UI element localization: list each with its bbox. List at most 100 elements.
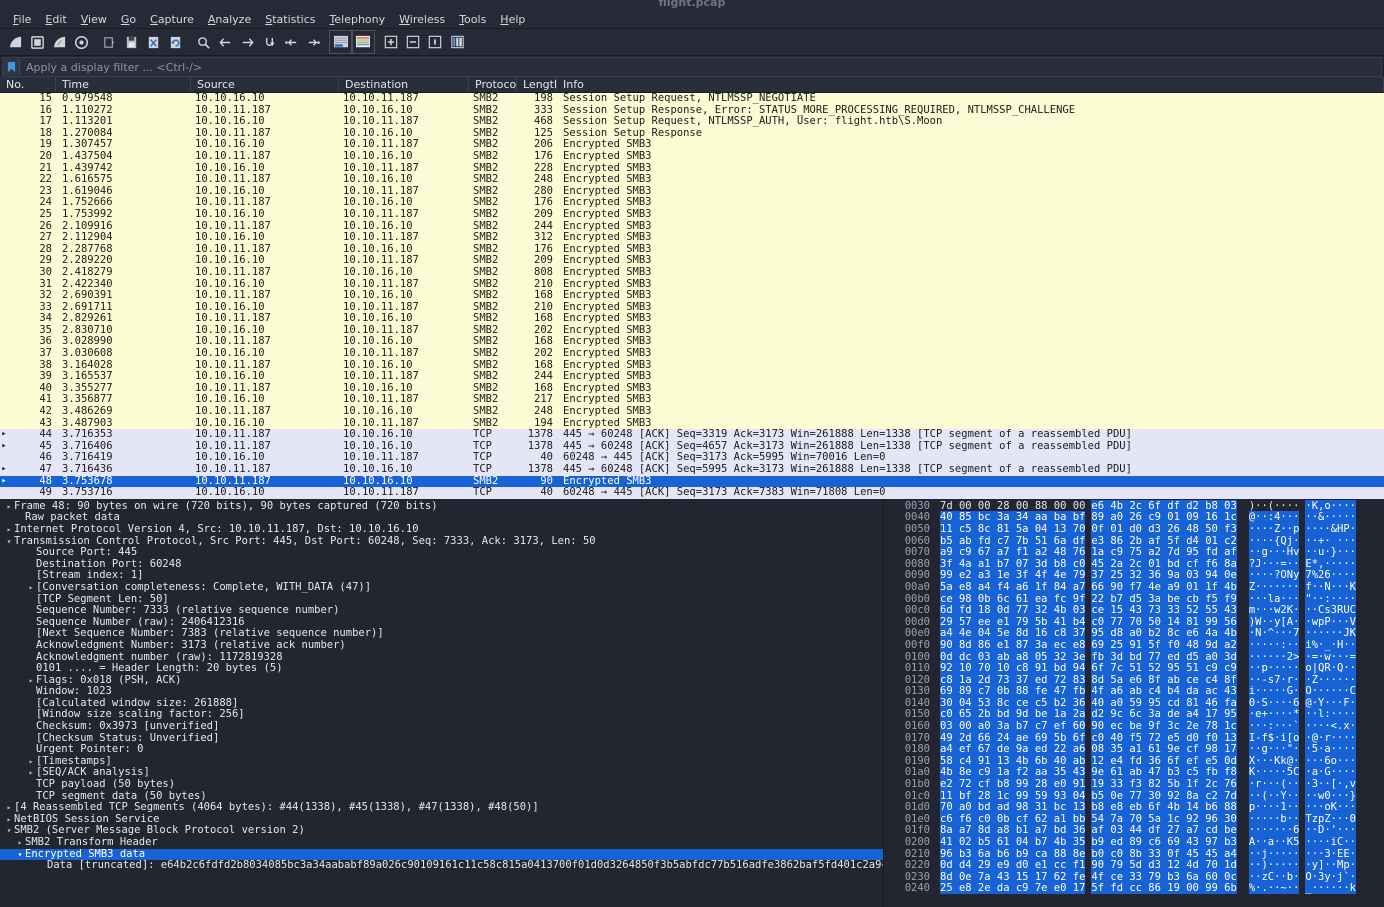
- go-to-first-packet-icon[interactable]: [280, 31, 302, 53]
- menu-item-file[interactable]: File: [6, 12, 38, 27]
- packet-row[interactable]: 49 3.753716 10.10.16.10 10.10.11.187 TCP 40 60…: [0, 487, 1384, 499]
- bookmark-icon[interactable]: [3, 59, 20, 75]
- packet-row[interactable]: 25 1.753992 10.10.16.10 10.10.11.187 SMB2 209…: [0, 208, 1384, 221]
- detail-row[interactable]: Source Port: 445: [0, 547, 883, 559]
- colorize-packets-icon[interactable]: [351, 30, 375, 54]
- zoom-out-icon[interactable]: [402, 31, 424, 53]
- go-to-packet-icon[interactable]: [258, 31, 280, 53]
- collapsed-triangle-icon[interactable]: ▸: [4, 802, 14, 814]
- packet-row[interactable]: 28 2.287768 10.10.11.187 10.10.16.10 SMB2 176…: [0, 243, 1384, 256]
- detail-row[interactable]: ▸ SMB2 Transform Header: [0, 836, 883, 849]
- detail-row[interactable]: Data [truncated]: e64b2c6fdfd2b8034085bc…: [0, 860, 883, 872]
- collapsed-triangle-icon[interactable]: ▸: [26, 675, 36, 687]
- collapsed-triangle-icon[interactable]: ▸: [15, 837, 25, 849]
- packet-row[interactable]: 32 2.690391 10.10.11.187 10.10.16.10 SMB2 168…: [0, 290, 1384, 302]
- start-capture-icon[interactable]: [4, 31, 26, 53]
- packet-row[interactable]: 22 1.616575 10.10.11.187 10.10.16.10 SMB2 248…: [0, 174, 1384, 186]
- packet-row[interactable]: 35 2.830710 10.10.16.10 10.10.11.187 SMB2 202…: [0, 324, 1384, 337]
- packet-list-pane[interactable]: No.TimeSourceDestinationProtocolLengthIn…: [0, 77, 1384, 499]
- hex-row[interactable]: 00f0 90 8d 86 e1 87 3a ec e8 69 25 91 5f …: [884, 638, 1384, 652]
- packet-bytes-pane[interactable]: 0030 7d 00 00 28 00 88 00 00 e6 4b 2c 6f …: [883, 498, 1384, 907]
- packet-row[interactable]: 23 1.619046 10.10.16.10 10.10.11.187 SMB2 280…: [0, 185, 1384, 198]
- packet-row[interactable]: 30 2.418279 10.10.11.187 10.10.16.10 SMB2 808…: [0, 266, 1384, 279]
- go-to-last-packet-icon[interactable]: [302, 31, 324, 53]
- capture-options-icon[interactable]: [70, 31, 92, 53]
- packet-list-header[interactable]: No.TimeSourceDestinationProtocolLengthIn…: [0, 77, 1384, 93]
- hex-row[interactable]: 0240 25 e8 2e da c9 7e e0 17 5f fd cc 86 …: [884, 882, 1384, 895]
- menu-item-go[interactable]: Go: [114, 12, 143, 27]
- close-file-icon[interactable]: [142, 31, 164, 53]
- column-header-time[interactable]: Time: [56, 77, 191, 92]
- packet-row[interactable]: 37 3.030608 10.10.16.10 10.10.11.187 SMB2 202…: [0, 348, 1384, 360]
- column-header-source[interactable]: Source: [191, 77, 339, 92]
- hex-row[interactable]: 0160 03 00 a0 3a b7 c7 ef 60 90 ec be 9f …: [884, 720, 1384, 733]
- detail-row[interactable]: Sequence Number: 7333 (relative sequence…: [0, 605, 883, 617]
- collapsed-triangle-icon[interactable]: ▸: [4, 501, 14, 513]
- menu-item-analyze[interactable]: Analyze: [201, 12, 258, 27]
- restart-capture-icon[interactable]: [48, 31, 70, 53]
- column-header-destination[interactable]: Destination: [339, 77, 469, 92]
- menu-item-wireless[interactable]: Wireless: [392, 12, 452, 27]
- packet-row[interactable]: ▸ 48 3.753678 10.10.11.187 10.10.16.10 SMB2 90…: [0, 475, 1384, 488]
- packet-row[interactable]: 42 3.486269 10.10.11.187 10.10.16.10 SMB2 248…: [0, 406, 1384, 418]
- collapsed-triangle-icon[interactable]: ▸: [26, 756, 36, 768]
- detail-row[interactable]: ▸ Flags: 0x018 (PSH, ACK): [0, 674, 883, 687]
- packet-row[interactable]: 46 3.716419 10.10.16.10 10.10.11.187 TCP 40 60…: [0, 452, 1384, 464]
- packet-row[interactable]: 43 3.487903 10.10.16.10 10.10.11.187 SMB2 194…: [0, 417, 1384, 430]
- packet-row[interactable]: ▸ 47 3.716436 10.10.11.187 10.10.16.10 TCP 137…: [0, 464, 1384, 476]
- save-file-icon[interactable]: [120, 31, 142, 53]
- hex-row[interactable]: 0110 92 10 70 10 c8 91 bd 94 6f 7c 51 52 …: [884, 662, 1384, 675]
- auto-scroll-icon[interactable]: [329, 30, 353, 54]
- menu-item-tools[interactable]: Tools: [452, 12, 493, 27]
- detail-row[interactable]: TCP payload (50 bytes): [0, 778, 883, 791]
- collapsed-triangle-icon[interactable]: ▸: [4, 814, 14, 826]
- menu-item-edit[interactable]: Edit: [38, 12, 73, 27]
- find-packet-icon[interactable]: [192, 31, 214, 53]
- display-filter-bar[interactable]: Apply a display filter ... <Ctrl-/>: [2, 57, 1382, 77]
- detail-row[interactable]: 0101 .... = Header Length: 20 bytes (5): [0, 662, 883, 675]
- packet-row[interactable]: 29 2.289220 10.10.16.10 10.10.11.187 SMB2 209…: [0, 255, 1384, 267]
- packet-row[interactable]: 16 1.110272 10.10.11.187 10.10.16.10 SMB2 333…: [0, 104, 1384, 117]
- packet-row[interactable]: 38 3.164028 10.10.11.187 10.10.16.10 SMB2 168…: [0, 359, 1384, 372]
- expanded-triangle-icon[interactable]: ▾: [4, 825, 14, 837]
- detail-row[interactable]: ▸ Internet Protocol Version 4, Src: 10.10…: [0, 523, 883, 536]
- column-header-protocol[interactable]: Protocol: [469, 77, 517, 92]
- collapsed-triangle-icon[interactable]: ▸: [4, 524, 14, 536]
- packet-row[interactable]: 15 0.979548 10.10.16.10 10.10.11.187 SMB2 198…: [0, 93, 1384, 105]
- packet-row[interactable]: 33 2.691711 10.10.16.10 10.10.11.187 SMB2 210…: [0, 301, 1384, 314]
- packet-row[interactable]: 27 2.112904 10.10.16.10 10.10.11.187 SMB2 312…: [0, 232, 1384, 244]
- packet-row[interactable]: 19 1.307457 10.10.16.10 10.10.11.187 SMB2 206…: [0, 139, 1384, 151]
- hex-row[interactable]: 01b0 e2 72 cf b8 99 28 e0 91 19 33 f3 82 …: [884, 778, 1384, 791]
- expanded-triangle-icon[interactable]: ▾: [15, 849, 25, 861]
- hex-row[interactable]: 00c0 6d fd 18 0d 77 32 4b 03 ce 15 43 73 …: [884, 604, 1384, 617]
- menu-item-telephony[interactable]: Telephony: [323, 12, 393, 27]
- packet-row[interactable]: 34 2.829261 10.10.11.187 10.10.16.10 SMB2 168…: [0, 313, 1384, 325]
- packet-row[interactable]: 31 2.422340 10.10.16.10 10.10.11.187 SMB2 210…: [0, 278, 1384, 291]
- hex-row[interactable]: 0200 41 02 b5 61 04 b7 4b 35 b9 ed 89 c6 …: [884, 836, 1384, 849]
- packet-row[interactable]: 36 3.028990 10.10.11.187 10.10.16.10 SMB2 168…: [0, 336, 1384, 349]
- packet-row[interactable]: 24 1.752666 10.10.11.187 10.10.16.10 SMB2 176…: [0, 197, 1384, 209]
- detail-row[interactable]: ▸ Frame 48: 90 bytes on wire (720 bits), …: [0, 500, 883, 513]
- collapsed-triangle-icon[interactable]: ▸: [26, 767, 36, 779]
- display-filter-input[interactable]: Apply a display filter ... <Ctrl-/>: [20, 61, 202, 74]
- hex-row[interactable]: 0070 a9 c9 67 a7 f1 a2 48 76 1a c9 75 a2 …: [884, 546, 1384, 559]
- expanded-triangle-icon[interactable]: ▾: [4, 536, 14, 548]
- zoom-reset-icon[interactable]: [424, 31, 446, 53]
- column-header-length[interactable]: Length: [517, 77, 557, 92]
- column-header-no[interactable]: No.: [0, 77, 56, 92]
- open-file-icon[interactable]: [98, 31, 120, 53]
- menu-item-statistics[interactable]: Statistics: [258, 12, 322, 27]
- packet-row[interactable]: 20 1.437504 10.10.11.187 10.10.16.10 SMB2 176…: [0, 150, 1384, 163]
- packet-row[interactable]: ▸ 45 3.716406 10.10.11.187 10.10.16.10 TCP 137…: [0, 440, 1384, 453]
- packet-row[interactable]: 39 3.165537 10.10.16.10 10.10.11.187 SMB2 244…: [0, 371, 1384, 383]
- packet-row[interactable]: 17 1.113201 10.10.16.10 10.10.11.187 SMB2 468…: [0, 116, 1384, 128]
- detail-row[interactable]: Urgent Pointer: 0: [0, 744, 883, 756]
- resize-columns-icon[interactable]: [446, 31, 468, 53]
- packet-details-pane[interactable]: ▸ Frame 48: 90 bytes on wire (720 bits), …: [0, 498, 883, 907]
- zoom-in-icon[interactable]: [380, 31, 402, 53]
- detail-row[interactable]: ▸ [Conversation completeness: Complete, W…: [0, 581, 883, 594]
- collapsed-triangle-icon[interactable]: ▸: [26, 582, 36, 594]
- menu-item-capture[interactable]: Capture: [143, 12, 201, 27]
- menu-item-help[interactable]: Help: [493, 12, 532, 27]
- column-header-info[interactable]: Info: [557, 77, 1384, 92]
